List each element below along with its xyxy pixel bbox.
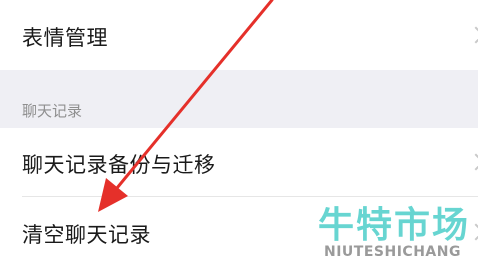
chevron-right-icon: [467, 223, 478, 241]
settings-item-label: 表情管理: [22, 26, 108, 50]
chevron-right-icon: [467, 153, 478, 171]
settings-screen: 表情管理 聊天记录 聊天记录备份与迁移 清空聊天记录 牛特市场 NIUTESHI…: [0, 0, 478, 267]
section-header-label: 聊天记录: [22, 102, 83, 120]
chevron-right-icon: [467, 26, 478, 44]
section-header-chat-history: 聊天记录: [0, 70, 478, 128]
settings-item-label: 聊天记录备份与迁移: [22, 153, 216, 177]
settings-item-label: 清空聊天记录: [22, 223, 151, 247]
settings-item-clear-chat-history[interactable]: 清空聊天记录: [0, 197, 478, 267]
settings-item-sticker-management[interactable]: 表情管理: [0, 0, 478, 70]
settings-item-backup-migrate[interactable]: 聊天记录备份与迁移: [0, 128, 478, 196]
